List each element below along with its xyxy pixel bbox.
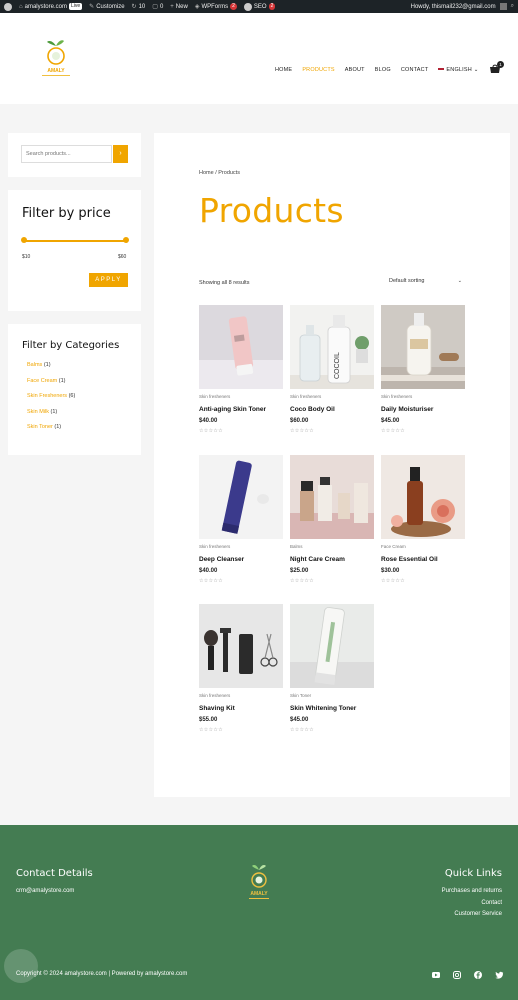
seo-icon bbox=[243, 2, 252, 11]
nav-contact[interactable]: CONTACT bbox=[401, 67, 429, 73]
amaly-logo[interactable]: AMALY bbox=[35, 36, 77, 80]
product-image[interactable] bbox=[290, 604, 374, 688]
result-count: Showing all 8 results bbox=[199, 280, 250, 286]
quick-links: Purchases and returns Contact Customer S… bbox=[442, 888, 502, 923]
price-slider-track[interactable] bbox=[24, 240, 126, 242]
site-header: AMALY HOME PRODUCTS ABOUT BLOG CONTACT E… bbox=[0, 13, 518, 104]
product-image[interactable] bbox=[381, 455, 465, 539]
product-image[interactable] bbox=[290, 455, 374, 539]
nav-about[interactable]: ABOUT bbox=[345, 67, 365, 73]
link-purchases-returns[interactable]: Purchases and returns bbox=[442, 888, 502, 900]
category-filter-title: Filter by Categories bbox=[22, 340, 120, 351]
product-image[interactable] bbox=[199, 604, 283, 688]
apply-button[interactable]: APPLY bbox=[89, 273, 128, 287]
home-icon: ⌂ bbox=[19, 3, 23, 10]
price-filter-widget: Filter by price $10 $60 APPLY bbox=[8, 190, 141, 311]
site-footer: Contact Details crm@amalystore.com AMALY… bbox=[0, 825, 518, 1000]
category-item[interactable]: Skin Milk (1) bbox=[27, 409, 75, 425]
footer-logo[interactable]: AMALY bbox=[245, 862, 273, 904]
svg-text:COCOIL: COCOIL bbox=[334, 352, 341, 379]
cart-count-badge: 1 bbox=[497, 61, 504, 68]
admin-wpforms-link[interactable]: ◈ WPForms 2 bbox=[195, 3, 237, 10]
svg-text:AMALY: AMALY bbox=[47, 68, 65, 74]
category-item[interactable]: Face Cream (1) bbox=[27, 378, 75, 394]
svg-text:AMALY: AMALY bbox=[250, 891, 268, 897]
star-rating: ☆☆☆☆☆ bbox=[290, 428, 314, 434]
link-contact[interactable]: Contact bbox=[442, 900, 502, 912]
admin-bar: ⌂ amalystore.com Live ✎ Customize ↻ 10 ▢ 0 + N… bbox=[0, 0, 518, 13]
price-filter-title: Filter by price bbox=[22, 206, 111, 221]
plus-icon: + bbox=[170, 3, 174, 10]
category-list: Balms (1) Face Cream (1) Skin Fresheners… bbox=[27, 362, 75, 440]
admin-comments-link[interactable]: ▢ 0 bbox=[152, 3, 163, 11]
admin-customize-link[interactable]: ✎ Customize bbox=[89, 3, 124, 11]
link-customer-service[interactable]: Customer Service bbox=[442, 911, 502, 923]
live-badge: Live bbox=[68, 3, 83, 10]
search-input[interactable] bbox=[21, 145, 112, 163]
main-content: Home / Products Products Showing all 8 r… bbox=[154, 133, 510, 797]
admin-updates-link[interactable]: ↻ 10 bbox=[131, 3, 146, 11]
wordpress-menu[interactable] bbox=[4, 2, 12, 11]
contact-details-title: Contact Details bbox=[16, 868, 93, 879]
quick-links-title: Quick Links bbox=[444, 868, 502, 879]
category-filter-widget: Filter by Categories Balms (1) Face Crea… bbox=[8, 324, 141, 455]
product-image[interactable] bbox=[381, 305, 465, 389]
footer-email[interactable]: crm@amalystore.com bbox=[16, 888, 74, 894]
facebook-icon[interactable] bbox=[473, 970, 483, 980]
chevron-right-icon: › bbox=[119, 150, 122, 157]
search-button[interactable]: › bbox=[113, 145, 128, 163]
search-widget: › bbox=[8, 133, 141, 177]
admin-new-link[interactable]: + New bbox=[170, 4, 188, 10]
star-rating: ☆☆☆☆☆ bbox=[199, 428, 223, 434]
chevron-down-icon: ⌄ bbox=[473, 67, 479, 73]
product-image[interactable] bbox=[199, 455, 283, 539]
breadcrumb[interactable]: Home / Products bbox=[199, 170, 240, 176]
nav-home[interactable]: HOME bbox=[275, 67, 292, 73]
nav-products[interactable]: PRODUCTS bbox=[302, 67, 334, 73]
page-title: Products bbox=[199, 191, 344, 230]
category-item[interactable]: Skin Toner (1) bbox=[27, 424, 75, 440]
avatar[interactable] bbox=[499, 3, 507, 10]
youtube-icon[interactable] bbox=[431, 970, 441, 980]
admin-seo-link[interactable]: SEO 2 bbox=[243, 2, 276, 11]
pencil-icon: ✎ bbox=[89, 4, 95, 10]
product-image[interactable] bbox=[199, 305, 283, 389]
us-flag-icon bbox=[438, 67, 445, 72]
wordpress-icon bbox=[4, 2, 12, 11]
product-image[interactable]: COCOIL bbox=[290, 305, 374, 389]
social-links bbox=[431, 970, 504, 980]
admin-site-link[interactable]: ⌂ amalystore.com Live bbox=[19, 3, 83, 10]
wpforms-icon: ◈ bbox=[194, 4, 200, 10]
category-item[interactable]: Balms (1) bbox=[27, 362, 75, 378]
price-min-label: $10 bbox=[22, 254, 31, 260]
price-max-label: $60 bbox=[118, 254, 127, 260]
twitter-icon[interactable] bbox=[494, 970, 504, 980]
star-rating: ☆☆☆☆☆ bbox=[199, 727, 223, 733]
language-switcher[interactable]: ENGLISH ⌄ bbox=[438, 67, 478, 73]
price-slider-max-handle[interactable] bbox=[123, 237, 129, 243]
star-rating: ☆☆☆☆☆ bbox=[290, 578, 314, 584]
chevron-down-icon: ⌄ bbox=[457, 278, 462, 284]
nav-blog[interactable]: BLOG bbox=[375, 67, 391, 73]
star-rating: ☆☆☆☆☆ bbox=[290, 727, 314, 733]
search-icon[interactable]: ⌕ bbox=[511, 3, 514, 10]
admin-account-link[interactable]: Howdy, thismail232@gmail.com bbox=[411, 4, 496, 10]
copyright: Copyright © 2024 amalystore.com | Powere… bbox=[16, 971, 188, 977]
star-rating: ☆☆☆☆☆ bbox=[199, 578, 223, 584]
sorting-select[interactable]: Default sorting ⌄ bbox=[386, 275, 465, 288]
price-slider-min-handle[interactable] bbox=[21, 237, 27, 243]
refresh-icon: ↻ bbox=[131, 4, 137, 10]
comment-icon: ▢ bbox=[152, 4, 158, 10]
category-item[interactable]: Skin Fresheners (6) bbox=[27, 393, 75, 409]
main-nav: HOME PRODUCTS ABOUT BLOG CONTACT ENGLISH… bbox=[275, 67, 489, 73]
leaf-badge-icon bbox=[4, 949, 38, 983]
star-rating: ☆☆☆☆☆ bbox=[381, 428, 405, 434]
star-rating: ☆☆☆☆☆ bbox=[381, 578, 405, 584]
instagram-icon[interactable] bbox=[452, 970, 462, 980]
